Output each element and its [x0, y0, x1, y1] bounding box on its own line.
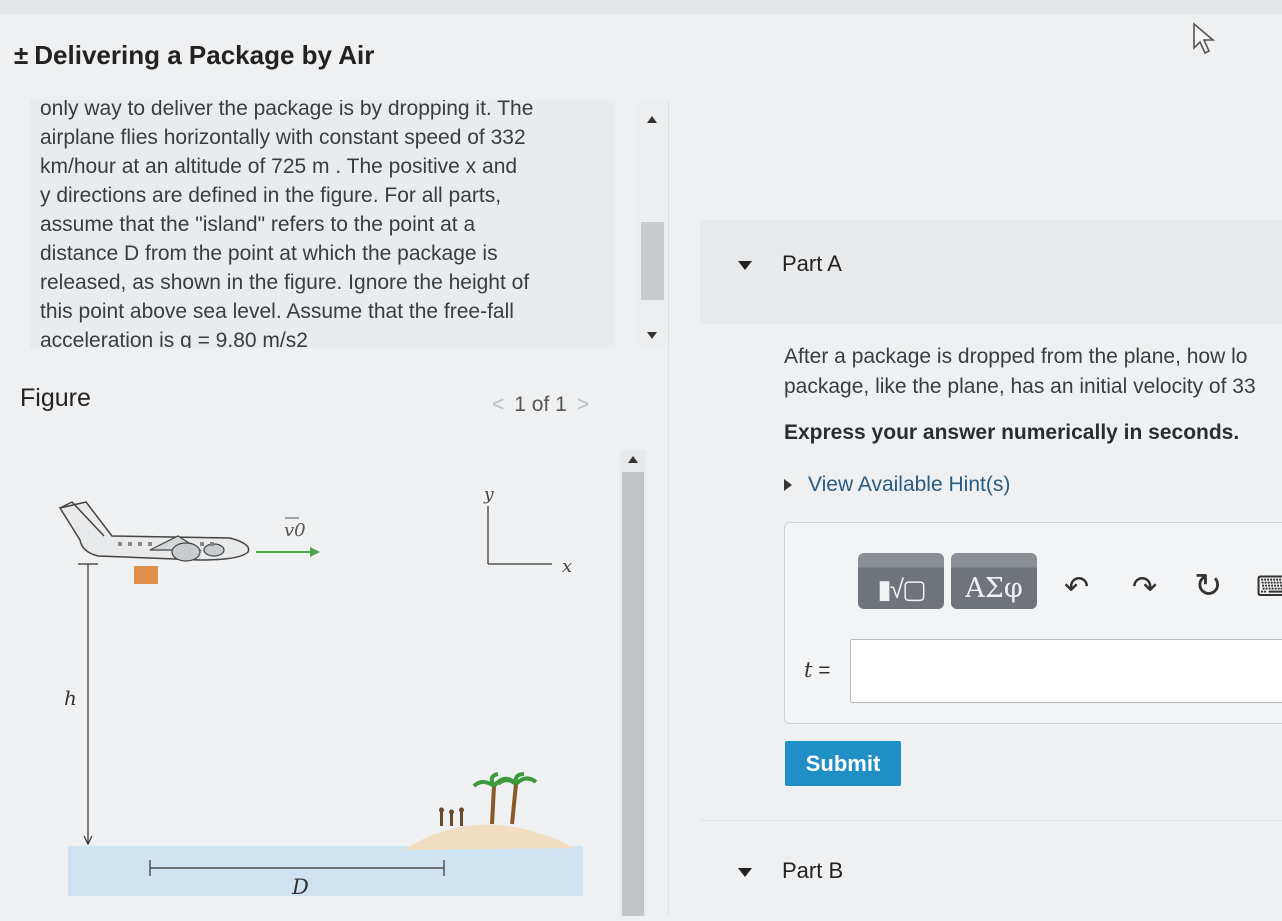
problem-line: y directions are defined in the figure. …: [40, 184, 502, 207]
part-b-header[interactable]: Part B: [738, 858, 843, 884]
problem-title-text: Delivering a Package by Air: [34, 40, 375, 70]
variable-symbol: t: [804, 658, 813, 682]
view-hints-link[interactable]: View Available Hint(s): [784, 473, 1010, 497]
answer-input[interactable]: [850, 639, 1282, 703]
height-label: h: [64, 686, 77, 710]
island: [404, 824, 575, 850]
part-a-title: Part A: [782, 251, 842, 276]
distance-label: D: [291, 875, 309, 899]
previous-figure-button[interactable]: <: [492, 393, 504, 416]
sea: [68, 846, 583, 896]
scroll-up-icon[interactable]: [647, 116, 657, 123]
answer-instructions: Express your answer numerically in secon…: [784, 421, 1240, 444]
problem-statement-text: only way to deliver the package is by dr…: [40, 100, 600, 348]
velocity-label: v0: [284, 520, 306, 541]
undo-icon[interactable]: ↶: [1064, 570, 1089, 605]
scrollbar-thumb[interactable]: [641, 222, 664, 300]
palm-trees-icon: [472, 772, 538, 825]
figure-scrollbar[interactable]: [620, 450, 646, 916]
problem-line: this point above sea level. Assume that …: [40, 300, 514, 323]
question-line: package, like the plane, has an initial …: [784, 375, 1256, 398]
airplane-icon: [58, 501, 250, 562]
figure-heading: Figure: [20, 384, 91, 412]
scroll-up-icon[interactable]: [628, 456, 638, 463]
expand-caret-icon: [784, 479, 792, 492]
column-divider: [668, 100, 669, 916]
problem-line: acceleration is g = 9.80 m/s2: [40, 329, 308, 348]
problem-line: assume that the "island" refers to the p…: [40, 213, 476, 236]
figure-diagram: h D y x v0: [58, 485, 583, 899]
collapse-caret-icon[interactable]: [738, 867, 752, 877]
templates-button[interactable]: ▮√▢: [858, 553, 944, 609]
top-strip: [0, 0, 1282, 14]
greek-symbols-button[interactable]: ΑΣφ: [951, 553, 1037, 609]
people-icon: [439, 807, 464, 826]
problem-line: released, as shown in the figure. Ignore…: [40, 271, 530, 294]
answer-variable-label: t =: [804, 658, 831, 683]
collapse-caret-icon[interactable]: [738, 260, 752, 270]
y-axis-label: y: [483, 485, 494, 505]
scrollbar-thumb[interactable]: [622, 472, 644, 916]
package-icon: [134, 566, 158, 584]
problem-line: distance D from the point at which the p…: [40, 242, 498, 265]
problem-line: airplane flies horizontally with constan…: [40, 126, 526, 149]
figure-pager: <1 of 1 >: [482, 393, 599, 417]
mouse-pointer-icon: [1193, 22, 1216, 55]
problem-statement-panel[interactable]: only way to deliver the package is by dr…: [30, 100, 615, 348]
problem-line: only way to deliver the package is by dr…: [40, 100, 534, 120]
view-hints-label[interactable]: View Available Hint(s): [808, 473, 1010, 496]
question-line: After a package is dropped from the plan…: [784, 345, 1248, 368]
next-figure-button[interactable]: >: [577, 393, 589, 416]
reset-icon[interactable]: ↻: [1194, 566, 1223, 606]
figure-page-count: 1 of 1: [514, 393, 567, 416]
keyboard-icon[interactable]: ⌨: [1256, 570, 1282, 603]
problem-line: km/hour at an altitude of 725 m . The po…: [40, 155, 518, 178]
scroll-down-icon[interactable]: [647, 332, 657, 339]
submit-button[interactable]: Submit: [785, 741, 901, 786]
axes-icon: [487, 506, 552, 565]
part-a-header[interactable]: Part A: [738, 251, 842, 277]
problem-title: ± Delivering a Package by Air: [14, 40, 374, 71]
velocity-arrow-icon: [256, 547, 320, 557]
section-divider: [700, 820, 1282, 821]
problem-scrollbar[interactable]: [638, 100, 666, 348]
part-b-title: Part B: [782, 858, 844, 883]
redo-icon[interactable]: ↷: [1132, 570, 1157, 605]
part-a-question: After a package is dropped from the plan…: [784, 342, 1256, 402]
expand-collapse-icon[interactable]: ±: [14, 40, 28, 70]
equals-sign: =: [818, 659, 831, 682]
figure-panel: h D y x v0: [0, 440, 617, 916]
x-axis-label: x: [562, 556, 572, 577]
